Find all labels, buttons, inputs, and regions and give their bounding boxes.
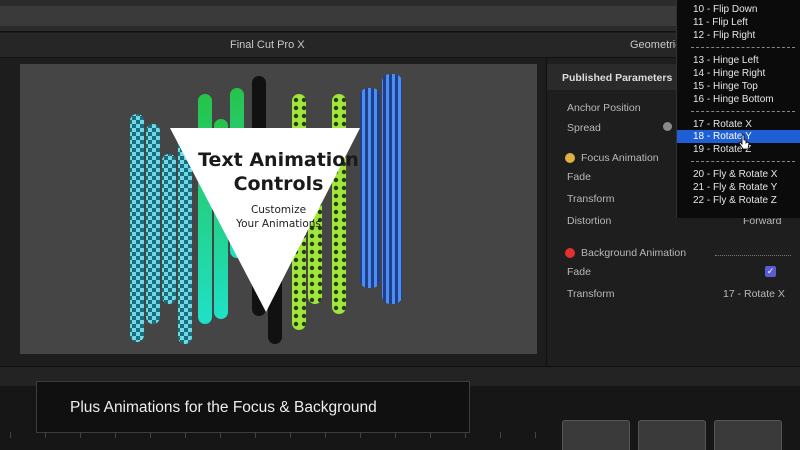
- caption-overlay: Plus Animations for the Focus & Backgrou…: [36, 381, 470, 433]
- clip-thumbnail[interactable]: [638, 420, 706, 450]
- viewer-title: Text Animation Controls: [170, 148, 387, 196]
- toolbar-strip: [0, 6, 676, 26]
- menu-item-flip-down[interactable]: 10 - Flip Down: [693, 4, 757, 15]
- pointer-cursor-icon: [738, 134, 750, 150]
- published-parameters-title: Published Parameters: [562, 72, 673, 84]
- viewer-subtitle-line1: Customize: [250, 204, 307, 216]
- menu-separator: [691, 111, 795, 112]
- bg-transform-label: Transform: [567, 288, 615, 300]
- menu-item-fly-rotate-z[interactable]: 22 - Fly & Rotate Z: [693, 195, 777, 206]
- clip-thumbnail[interactable]: [714, 420, 782, 450]
- inspector-tab-title[interactable]: Geometric: [630, 39, 681, 51]
- menu-item-hinge-top[interactable]: 15 - Hinge Top: [693, 81, 758, 92]
- menu-item-rotate-x[interactable]: 17 - Rotate X: [693, 119, 752, 130]
- clip-thumbnail[interactable]: [562, 420, 630, 450]
- menu-item-hinge-right[interactable]: 14 - Hinge Right: [693, 68, 765, 79]
- menu-item-hinge-left[interactable]: 13 - Hinge Left: [693, 55, 759, 66]
- viewer-subtitle: Customize Your Animations: [170, 203, 387, 231]
- viewer-title-line2: Controls: [233, 173, 324, 195]
- menu-separator: [691, 161, 795, 162]
- menu-item-flip-right[interactable]: 12 - Flip Right: [693, 30, 755, 41]
- focus-transform-label: Transform: [567, 193, 615, 205]
- menu-item-fly-rotate-y[interactable]: 21 - Fly & Rotate Y: [693, 182, 777, 193]
- timeline-ruler: [0, 432, 545, 442]
- app-title: Final Cut Pro X: [230, 39, 305, 51]
- focus-animation-section[interactable]: Focus Animation: [581, 152, 659, 164]
- anchor-position-label: Anchor Position: [567, 102, 641, 114]
- background-animation-section[interactable]: Background Animation: [581, 247, 686, 259]
- background-animation-icon[interactable]: [565, 248, 575, 258]
- menu-item-flip-left[interactable]: 11 - Flip Left: [693, 17, 748, 28]
- focus-distortion-label: Distortion: [567, 215, 612, 227]
- menu-item-fly-rotate-x[interactable]: 20 - Fly & Rotate X: [693, 169, 777, 180]
- transform-dropdown-menu[interactable]: 10 - Flip Down 11 - Flip Left 12 - Flip …: [676, 0, 800, 218]
- spread-label: Spread: [567, 122, 601, 134]
- spread-slider[interactable]: [663, 122, 672, 131]
- viewer-title-line1: Text Animation: [198, 149, 359, 171]
- bg-transform-value[interactable]: 17 - Rotate X: [723, 288, 785, 300]
- focus-fade-label: Fade: [567, 171, 591, 183]
- bg-fade-label: Fade: [567, 266, 591, 278]
- viewer-subtitle-line2: Your Animations: [236, 218, 321, 230]
- viewer-canvas[interactable]: Text Animation Controls Customize Your A…: [20, 64, 537, 354]
- background-section-rule: [715, 255, 791, 256]
- menu-separator: [691, 47, 795, 48]
- focus-animation-icon[interactable]: [565, 153, 575, 163]
- menu-item-hinge-bottom[interactable]: 16 - Hinge Bottom: [693, 94, 774, 105]
- bg-fade-checkbox[interactable]: ✓: [765, 266, 776, 277]
- caption-text: Plus Animations for the Focus & Backgrou…: [70, 399, 377, 416]
